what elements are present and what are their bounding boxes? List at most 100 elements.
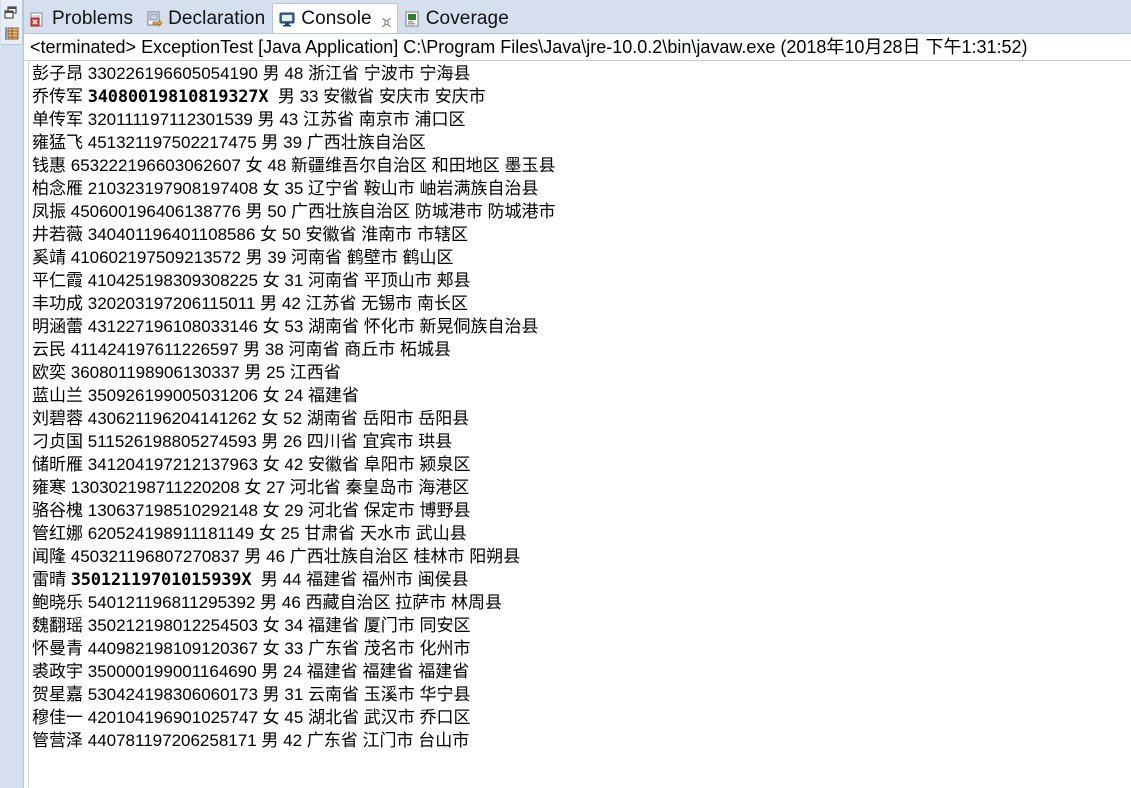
person-province: 福建省 (308, 616, 360, 635)
person-name: 骆谷槐 (32, 501, 83, 520)
person-id: 430621196204141262 (87, 409, 257, 428)
person-gender: 男 (245, 248, 263, 267)
person-name: 彭子昂 (32, 64, 83, 83)
person-id: 410602197509213572 (70, 248, 241, 267)
person-province: 甘肃省 (304, 524, 356, 543)
declaration-icon (146, 11, 163, 28)
person-name: 魏翻瑶 (32, 616, 83, 635)
person-age: 42 (283, 731, 303, 750)
person-name: 闻隆 (32, 547, 66, 566)
person-province: 云南省 (308, 685, 360, 704)
person-gender: 女 (262, 271, 280, 290)
person-age: 43 (279, 110, 299, 129)
person-age: 53 (284, 317, 304, 336)
console-line: 彭子昂 330226196605054190 男 48 浙江省 宁波市 宁海县 (29, 62, 1131, 85)
person-gender: 女 (262, 639, 280, 658)
person-city: 南京市 (358, 110, 410, 129)
console-output-area[interactable]: 彭子昂 330226196605054190 男 48 浙江省 宁波市 宁海县乔… (24, 61, 1131, 787)
person-district: 南长区 (417, 294, 468, 313)
person-district: 柘城县 (400, 340, 451, 359)
person-name: 蓝山兰 (32, 386, 83, 405)
person-district: 博野县 (419, 501, 471, 520)
person-name: 平仁霞 (32, 271, 83, 290)
tab-coverage-label: Coverage (425, 8, 509, 29)
person-province: 广西壮族自治区 (291, 202, 411, 221)
close-icon[interactable] (380, 13, 393, 27)
person-id: 410425198309308225 (87, 271, 258, 290)
console-line: 穆佳一 420104196901025747 女 45 湖北省 武汉市 乔口区 (29, 706, 1131, 729)
person-gender: 女 (261, 409, 279, 428)
person-name: 刁贞国 (32, 432, 83, 451)
person-city: 玉溪市 (363, 685, 415, 704)
person-province: 江苏省 (303, 110, 354, 129)
person-district: 福建省 (418, 662, 470, 681)
person-age: 42 (281, 294, 301, 313)
person-province: 江西省 (289, 363, 341, 382)
minimized-view-stack[interactable] (1, 0, 23, 45)
person-id: 360801198906130337 (70, 363, 240, 382)
person-age: 33 (284, 639, 304, 658)
person-district: 墨玉县 (504, 156, 556, 175)
restore-icon[interactable] (1, 2, 21, 22)
person-age: 31 (284, 685, 304, 704)
console-line: 蓝山兰 350926199005031206 女 24 福建省 (29, 384, 1131, 407)
person-province: 西藏自治区 (305, 593, 391, 612)
person-name: 乔传军 (32, 87, 83, 106)
person-gender: 男 (261, 133, 279, 152)
person-province: 江苏省 (305, 294, 357, 313)
person-gender: 女 (260, 225, 278, 244)
person-name: 凤振 (32, 202, 66, 221)
outline-view-icon[interactable] (1, 23, 21, 43)
minimized-view-bar (0, 0, 24, 788)
person-district: 市辖区 (417, 225, 468, 244)
person-name: 刘碧蓉 (32, 409, 83, 428)
person-age: 26 (283, 432, 303, 451)
person-name: 储昕雁 (32, 455, 83, 474)
person-gender: 男 (245, 202, 263, 221)
person-name: 管营泽 (32, 731, 83, 750)
person-age: 38 (264, 340, 284, 359)
person-province: 广东省 (306, 731, 358, 750)
person-city: 宁波市 (363, 64, 415, 83)
person-city: 厦门市 (363, 616, 415, 635)
person-city: 江门市 (362, 731, 414, 750)
person-id: 34080019810819327X (87, 87, 269, 107)
person-district: 同安区 (419, 616, 471, 635)
console-icon (279, 11, 296, 28)
person-province: 安徽省 (308, 455, 360, 474)
tab-console[interactable]: Console (272, 3, 398, 34)
console-line: 魏翻瑶 350212198012254503 女 34 福建省 厦门市 同安区 (29, 614, 1131, 637)
console-line: 丰功成 320203197206115011 男 42 江苏省 无锡市 南长区 (29, 292, 1131, 315)
coverage-icon (404, 11, 421, 28)
tab-problems[interactable]: Problems (24, 4, 140, 34)
person-age: 46 (281, 593, 301, 612)
person-province: 广西壮族自治区 (289, 547, 409, 566)
person-id: 653222196603062607 (70, 156, 241, 175)
console-line: 刘碧蓉 430621196204141262 女 52 湖南省 岳阳市 岳阳县 (29, 407, 1131, 430)
person-province: 湖南省 (308, 317, 360, 336)
person-province: 浙江省 (308, 64, 360, 83)
console-line: 骆谷槐 130637198510292148 女 29 河北省 保定市 博野县 (29, 499, 1131, 522)
console-line: 管营泽 440781197206258171 男 42 广东省 江门市 台山市 (29, 729, 1131, 752)
console-process-header: <terminated> ExceptionTest [Java Applica… (24, 34, 1131, 61)
person-gender: 女 (262, 708, 280, 727)
person-city: 宜宾市 (362, 432, 414, 451)
person-district: 防城港市 (487, 202, 556, 221)
person-city: 平顶山市 (363, 271, 432, 290)
person-city: 秦皇岛市 (345, 478, 414, 497)
person-city: 福建省 (362, 662, 414, 681)
person-age: 25 (280, 524, 300, 543)
person-district: 颍泉区 (419, 455, 471, 474)
person-city: 茂名市 (363, 639, 415, 658)
tab-declaration[interactable]: Declaration (140, 4, 272, 34)
tab-coverage[interactable]: Coverage (398, 4, 516, 34)
person-age: 48 (267, 156, 287, 175)
person-province: 福建省 (306, 662, 358, 681)
person-name: 鲍晓乐 (32, 593, 83, 612)
person-id: 540121196811295392 (87, 593, 256, 612)
console-line: 雍猛飞 451321197502217475 男 39 广西壮族自治区 (29, 131, 1131, 154)
person-id: 511526198805274593 (87, 432, 257, 451)
console-line: 裘政宇 350000199001164690 男 24 福建省 福建省 福建省 (29, 660, 1131, 683)
person-city: 无锡市 (361, 294, 413, 313)
person-district: 岳阳县 (418, 409, 470, 428)
